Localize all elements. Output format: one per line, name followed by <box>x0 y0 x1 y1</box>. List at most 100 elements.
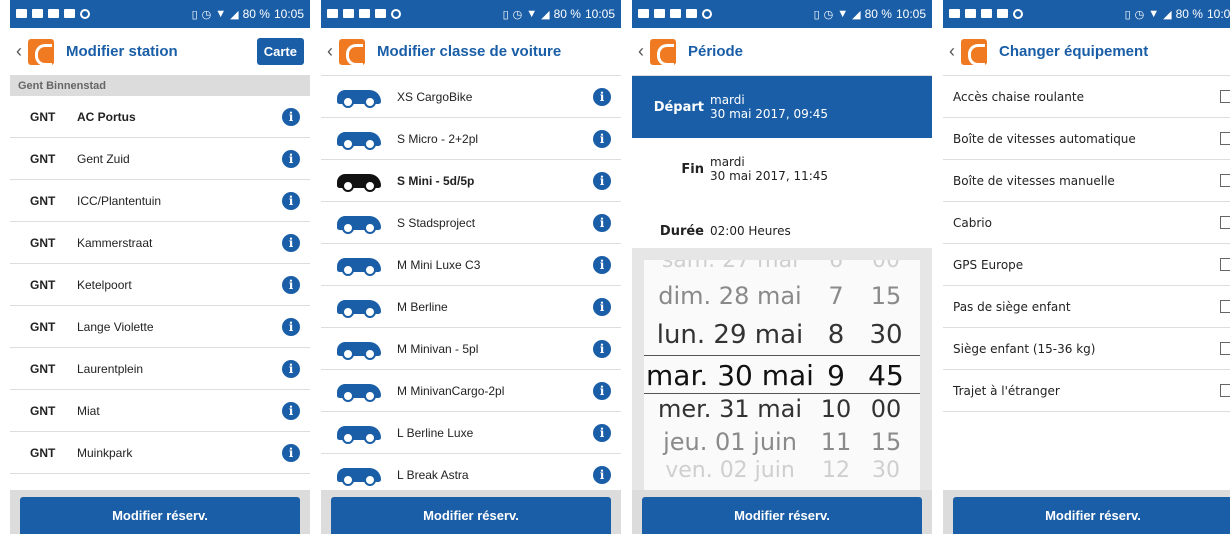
info-icon[interactable]: i <box>282 443 300 462</box>
equipment-checkbox[interactable] <box>1220 342 1230 355</box>
car-class-row[interactable]: S Stadsproject i <box>321 202 621 244</box>
picker-row[interactable]: mer. 31 mai 10 00 <box>644 395 920 423</box>
back-arrow-icon[interactable]: ‹ <box>16 41 28 62</box>
car-class-row[interactable]: M Minivan - 5pl i <box>321 328 621 370</box>
picker-row[interactable]: sam. 27 mai 6 00 <box>644 260 920 273</box>
fin-date: 30 mai 2017, 11:45 <box>710 169 829 183</box>
equipment-checkbox[interactable] <box>1220 132 1230 145</box>
picker-date: jeu. 01 juin <box>663 428 797 456</box>
back-arrow-icon[interactable]: ‹ <box>638 41 650 62</box>
station-code: GNT <box>30 235 56 250</box>
equipment-row[interactable]: Cabrio <box>943 202 1230 244</box>
equipment-checkbox[interactable] <box>1220 174 1230 187</box>
map-button[interactable]: Carte <box>256 38 304 65</box>
station-row[interactable]: GNT Muinkpark i <box>10 432 310 474</box>
alarm-icon: ◷ <box>1134 8 1145 21</box>
car-class-row[interactable]: XS CargoBike i <box>321 76 621 118</box>
info-icon[interactable]: i <box>282 191 300 210</box>
equipment-checkbox[interactable] <box>1220 258 1230 271</box>
car-class-row[interactable]: L Berline Luxe i <box>321 412 621 454</box>
info-icon[interactable]: i <box>282 317 300 336</box>
modify-reservation-button[interactable]: Modifier réserv. <box>953 497 1230 534</box>
picker-row[interactable]: jeu. 01 juin 11 15 <box>644 428 920 456</box>
info-icon[interactable]: i <box>593 213 611 232</box>
info-icon[interactable]: i <box>593 423 611 442</box>
picker-row[interactable]: dim. 28 mai 7 15 <box>644 282 920 310</box>
station-row[interactable]: GNT ICC/Plantentuin i <box>10 180 310 222</box>
car-shape <box>337 173 381 192</box>
equipment-checkbox[interactable] <box>1220 90 1230 103</box>
info-icon[interactable]: i <box>282 359 300 378</box>
duree-value: 02:00 Heures <box>710 224 791 238</box>
car-class-row[interactable]: M MinivanCargo-2pl i <box>321 370 621 412</box>
car-icon <box>321 173 397 192</box>
car-shape <box>337 341 381 360</box>
app-logo <box>28 38 54 66</box>
back-arrow-icon[interactable]: ‹ <box>949 41 961 62</box>
equipment-row[interactable]: GPS Europe <box>943 244 1230 286</box>
equipment-row[interactable]: Pas de siège enfant <box>943 286 1230 328</box>
info-icon[interactable]: i <box>593 339 611 358</box>
info-icon[interactable]: i <box>593 297 611 316</box>
depart-row[interactable]: Départ mardi 30 mai 2017, 09:45 <box>632 76 932 138</box>
station-row[interactable]: GNT AC Portus i <box>10 96 310 138</box>
media-icon <box>359 9 370 18</box>
picker-minute: 00 <box>870 395 902 423</box>
car-class-row[interactable]: S Mini - 5d/5p i <box>321 160 621 202</box>
picker-hour: 9 <box>827 359 845 392</box>
station-row[interactable]: GNT Gent Zuid i <box>10 138 310 180</box>
media-icon <box>670 9 681 18</box>
info-icon[interactable]: i <box>282 401 300 420</box>
equipment-row[interactable]: Boîte de vitesses automatique <box>943 118 1230 160</box>
equipment-checkbox[interactable] <box>1220 216 1230 229</box>
info-icon[interactable]: i <box>593 255 611 274</box>
picker-row[interactable]: ven. 02 juin 12 30 <box>644 458 920 483</box>
app-logo <box>961 38 987 66</box>
station-row[interactable]: GNT Laurentplein i <box>10 348 310 390</box>
modify-reservation-button[interactable]: Modifier réserv. <box>331 497 611 534</box>
equipment-row[interactable]: Boîte de vitesses manuelle <box>943 160 1230 202</box>
station-row[interactable]: GNT Kammerstraat i <box>10 222 310 264</box>
info-icon[interactable]: i <box>593 465 611 484</box>
picker-wheel[interactable]: sam. 27 mai 6 00 dim. 28 mai 7 15 lun. 29 mai 8… <box>644 260 920 490</box>
station-row[interactable]: GNT Ketelpoort i <box>10 264 310 306</box>
info-icon[interactable]: i <box>593 87 611 106</box>
notification-icons <box>638 9 712 19</box>
equipment-row[interactable]: Accès chaise roulante <box>943 76 1230 118</box>
info-icon[interactable]: i <box>282 149 300 168</box>
info-icon[interactable]: i <box>282 107 300 126</box>
info-icon[interactable]: i <box>282 275 300 294</box>
picker-row[interactable]: mar. 30 mai 9 45 <box>644 359 920 392</box>
notification-icons <box>16 9 90 19</box>
station-row[interactable]: GNT Lange Violette i <box>10 306 310 348</box>
equipment-row[interactable]: Trajet à l'étranger <box>943 370 1230 412</box>
modify-reservation-button[interactable]: Modifier réserv. <box>642 497 922 534</box>
car-shape <box>337 89 381 108</box>
station-row[interactable]: GNT Miat i <box>10 390 310 432</box>
picker-row[interactable]: lun. 29 mai 8 30 <box>644 320 920 350</box>
info-icon[interactable]: i <box>282 233 300 252</box>
equipment-row[interactable]: Siège enfant (15-36 kg) <box>943 328 1230 370</box>
page-title: Modifier station <box>66 43 178 60</box>
car-class-name: S Mini - 5d/5p <box>397 173 475 188</box>
info-icon[interactable]: i <box>593 381 611 400</box>
modify-reservation-button[interactable]: Modifier réserv. <box>20 497 300 534</box>
back-arrow-icon[interactable]: ‹ <box>327 41 339 62</box>
car-class-row[interactable]: M Berline i <box>321 286 621 328</box>
car-class-row[interactable]: S Micro - 2+2pl i <box>321 118 621 160</box>
equipment-name: Boîte de vitesses manuelle <box>953 173 1115 188</box>
equipment-checkbox[interactable] <box>1220 384 1230 397</box>
battery-level: 80 % <box>864 7 892 21</box>
sync-icon <box>702 9 712 19</box>
station-code: GNT <box>30 193 56 208</box>
app-logo <box>339 38 365 66</box>
equipment-name: Accès chaise roulante <box>953 89 1084 104</box>
fin-row[interactable]: Fin mardi 30 mai 2017, 11:45 <box>632 138 932 200</box>
date-time-picker[interactable]: sam. 27 mai 6 00 dim. 28 mai 7 15 lun. 29 mai 8… <box>632 248 932 490</box>
info-icon[interactable]: i <box>593 129 611 148</box>
equipment-checkbox[interactable] <box>1220 300 1230 313</box>
picker-hour: 11 <box>820 428 852 456</box>
car-class-row[interactable]: M Mini Luxe C3 i <box>321 244 621 286</box>
info-icon[interactable]: i <box>593 171 611 190</box>
gallery-icon <box>638 9 649 18</box>
